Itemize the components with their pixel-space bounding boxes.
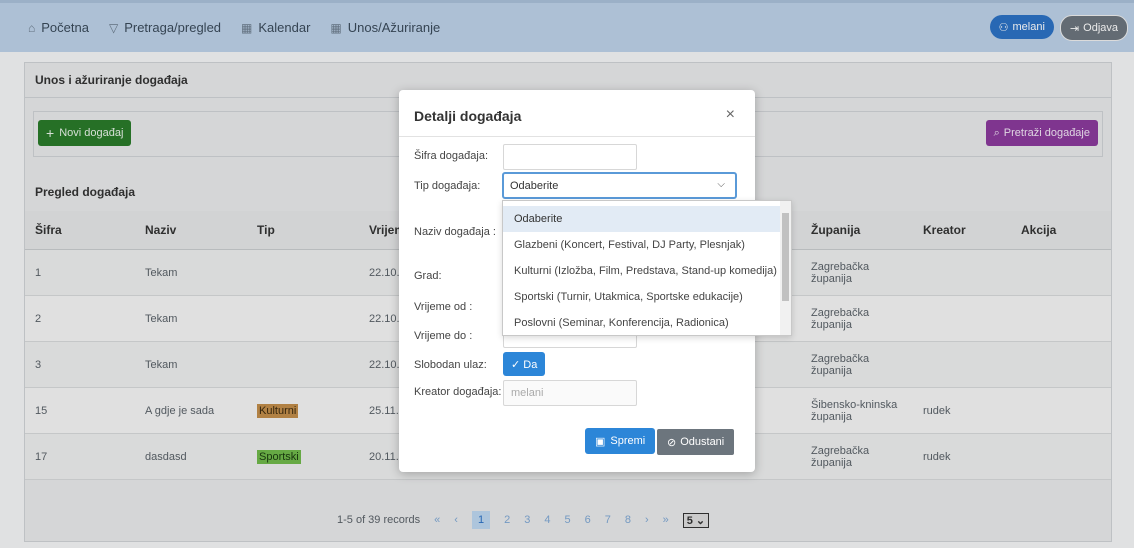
grad-label: Grad: (414, 270, 442, 282)
modal-title: Detalji događaja (414, 108, 522, 124)
sifra-input[interactable] (503, 144, 637, 170)
save-icon: ▣ (595, 435, 606, 448)
tip-dropdown-list: Odaberite Glazbeni (Koncert, Festival, D… (502, 200, 792, 336)
cancel-icon: ⊘ (667, 436, 677, 449)
tip-select[interactable]: Odaberite ⌵ (502, 172, 737, 199)
dropdown-option[interactable]: Kulturni (Izložba, Film, Predstava, Stan… (503, 258, 791, 284)
kreator-input: melani (503, 380, 637, 406)
tip-select-value: Odaberite (510, 179, 559, 192)
page: ⌂ Početna ▽ Pretraga/pregled ▦ Kalendar … (0, 0, 1134, 548)
tip-label: Tip događaja: (414, 180, 481, 192)
vrijeme-do-label: Vrijeme do : (414, 330, 473, 342)
save-label: Spremi (610, 435, 646, 447)
modal-divider (399, 136, 755, 137)
cancel-label: Odustani (680, 436, 725, 448)
ulaz-label: Slobodan ulaz: (414, 359, 487, 371)
dropdown-option[interactable]: Odaberite (503, 206, 791, 232)
dropdown-option[interactable]: Glazbeni (Koncert, Festival, DJ Party, P… (503, 232, 791, 258)
save-button[interactable]: ▣ Spremi (585, 428, 656, 454)
close-icon[interactable]: × (726, 106, 735, 124)
kreator-label: Kreator događaja: (414, 386, 502, 398)
sifra-label: Šifra događaja: (414, 150, 488, 162)
dropdown-scrollbar[interactable] (780, 201, 791, 335)
chevron-down-icon: ⌵ (717, 179, 725, 190)
naziv-label: Naziv događaja : (414, 226, 496, 238)
dropdown-option[interactable]: Sportski (Turnir, Utakmica, Sportske edu… (503, 284, 791, 310)
vrijeme-od-label: Vrijeme od : (414, 301, 473, 313)
cancel-button[interactable]: ⊘ Odustani (656, 428, 736, 456)
dropdown-option[interactable]: Poslovni (Seminar, Konferencija, Radioni… (503, 310, 791, 335)
free-entry-toggle[interactable]: ✓ Da (503, 352, 546, 376)
scrollbar-thumb[interactable] (782, 213, 789, 301)
